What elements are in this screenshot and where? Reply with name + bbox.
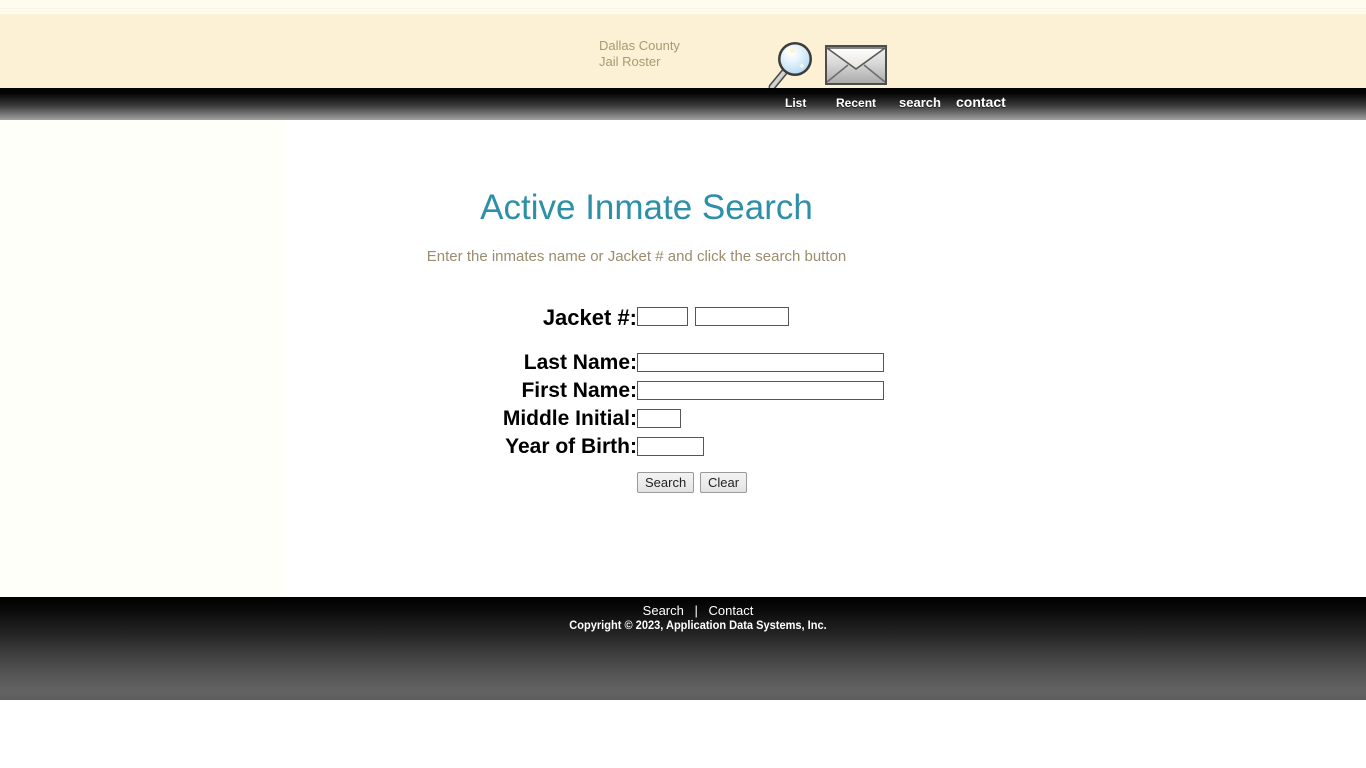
- form-row-year-of-birth: Year of Birth:: [0, 435, 1366, 463]
- first-name-input[interactable]: [637, 381, 884, 400]
- form-row-jacket: Jacket #:: [0, 305, 1366, 333]
- site-title-line2: Jail Roster: [599, 54, 661, 69]
- envelope-icon[interactable]: [824, 43, 888, 87]
- form-row-first-name: First Name:: [0, 379, 1366, 407]
- footer-link-search[interactable]: Search: [643, 603, 684, 618]
- form-button-row: Search Clear: [0, 472, 1366, 496]
- main-navigation-items: List Recent search contact: [0, 0, 1366, 110]
- label-middle-initial: Middle Initial:: [502, 407, 637, 430]
- label-last-name: Last Name:: [523, 351, 637, 374]
- middle-initial-input[interactable]: [637, 409, 681, 428]
- main-navigation-bar: [0, 88, 1366, 120]
- jacket-number-input[interactable]: [695, 307, 789, 326]
- footer-link-separator: |: [694, 603, 698, 618]
- footer-link-contact[interactable]: Contact: [709, 603, 754, 618]
- header-icon-group: [764, 38, 888, 92]
- year-of-birth-input[interactable]: [637, 437, 704, 456]
- site-title: Dallas County Jail Roster: [599, 38, 680, 70]
- form-row-last-name: Last Name:: [0, 351, 1366, 379]
- last-name-input[interactable]: [637, 353, 884, 372]
- site-footer: Search | Contact Copyright © 2023, Appli…: [0, 597, 1366, 700]
- clear-button[interactable]: Clear: [700, 472, 748, 493]
- label-first-name: First Name:: [521, 379, 637, 402]
- page-subtitle: Enter the inmates name or Jacket # and c…: [426, 248, 847, 265]
- nav-item-contact[interactable]: contact: [956, 94, 1006, 110]
- jacket-prefix-input[interactable]: [637, 307, 688, 326]
- magnifier-icon[interactable]: [764, 38, 820, 92]
- search-button[interactable]: Search: [637, 472, 695, 493]
- main-content: Active Inmate Search Enter the inmates n…: [0, 120, 1366, 597]
- footer-link-group: Search | Contact: [0, 603, 1366, 618]
- footer-copyright: Copyright © 2023, Application Data Syste…: [569, 618, 827, 632]
- form-row-middle-initial: Middle Initial:: [0, 407, 1366, 435]
- nav-item-recent[interactable]: Recent: [836, 96, 876, 110]
- page-title: Active Inmate Search: [480, 188, 813, 227]
- nav-item-list[interactable]: List: [785, 96, 806, 110]
- nav-item-search[interactable]: search: [899, 95, 941, 110]
- site-title-line1: Dallas County: [599, 38, 680, 53]
- label-year-of-birth: Year of Birth:: [505, 435, 637, 458]
- label-jacket-number: Jacket #:: [542, 305, 637, 330]
